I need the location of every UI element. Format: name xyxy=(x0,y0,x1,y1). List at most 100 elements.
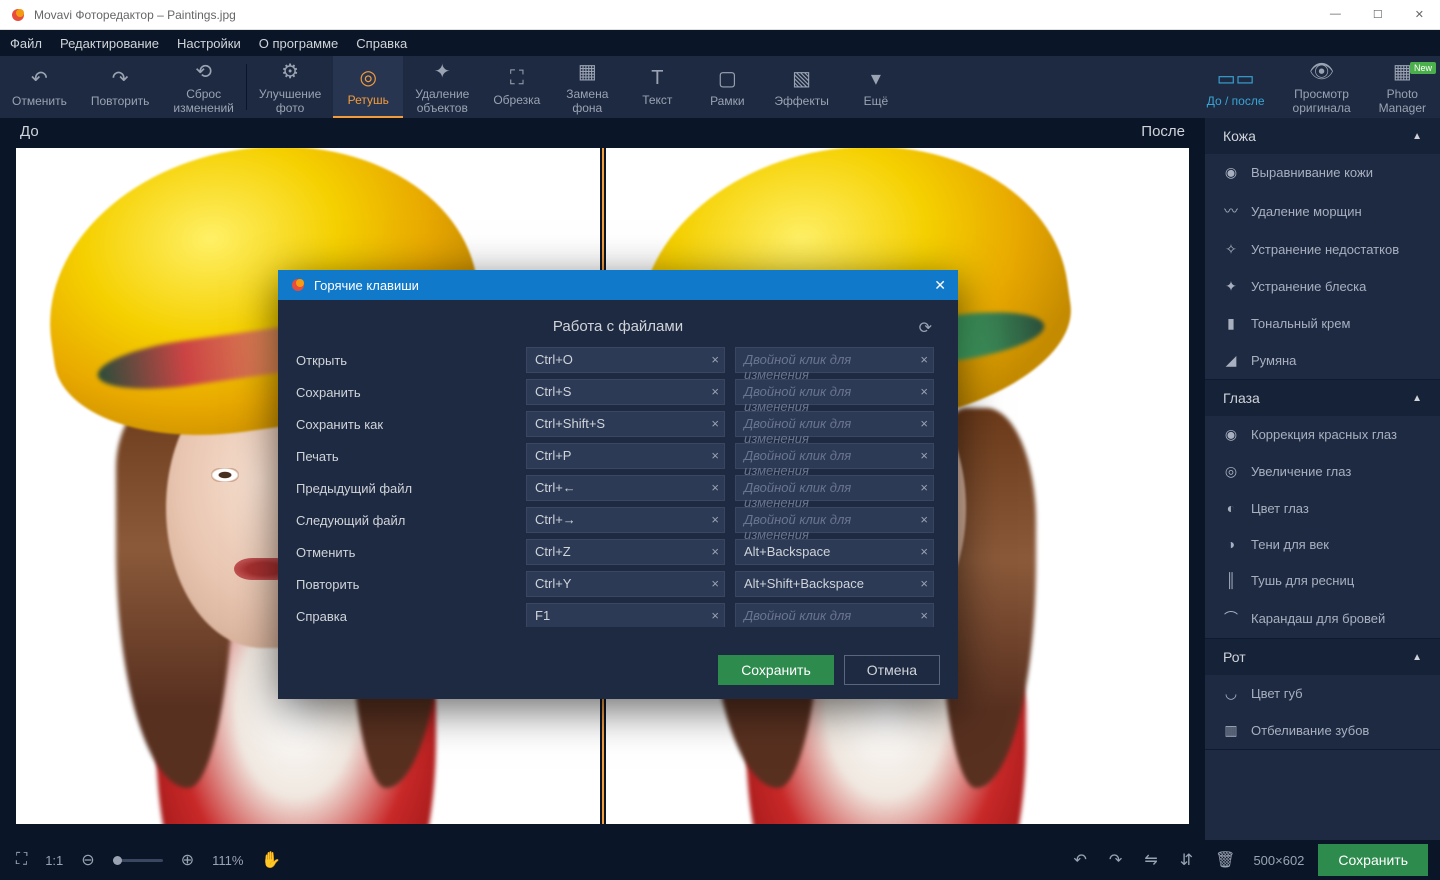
clear-hotkey-icon[interactable]: × xyxy=(920,544,928,559)
menu-настройки[interactable]: Настройки xyxy=(177,36,241,51)
tool-эффекты[interactable]: ▧Эффекты xyxy=(762,56,841,118)
tool-отменить[interactable]: ↶Отменить xyxy=(0,56,79,118)
hotkey-input-2[interactable]: Двойной клик для изменения× xyxy=(735,475,934,501)
dialog-cancel-button[interactable]: Отмена xyxy=(844,655,940,685)
menu-редактирование[interactable]: Редактирование xyxy=(60,36,159,51)
zoom-out-icon[interactable]: ⊖ xyxy=(77,846,98,874)
hotkey-input-2[interactable]: Двойной клик для изменения× xyxy=(735,443,934,469)
tool-до / после[interactable]: ▭▭До / после xyxy=(1193,56,1279,118)
clear-hotkey-icon[interactable]: × xyxy=(711,512,719,527)
hotkey-field[interactable]: Двойной клик для изменения xyxy=(735,379,934,405)
hotkey-input-1[interactable]: Ctrl+O× xyxy=(526,347,725,373)
clear-hotkey-icon[interactable]: × xyxy=(711,416,719,431)
tool-сброс-изменений[interactable]: ⟲Сброс изменений xyxy=(161,56,245,118)
tool-просмотр[interactable]: 👁Просмотр оригинала xyxy=(1279,56,1365,118)
hotkey-field[interactable]: Alt+Backspace xyxy=(735,539,934,565)
save-button[interactable]: Сохранить xyxy=(1318,844,1428,876)
clear-hotkey-icon[interactable]: × xyxy=(920,576,928,591)
flip-h-icon[interactable]: ⇋ xyxy=(1140,846,1161,874)
tool-photo[interactable]: New▦Photo Manager xyxy=(1365,56,1440,118)
dialog-close-icon[interactable]: ✕ xyxy=(934,277,946,294)
hotkey-field[interactable]: Ctrl+← xyxy=(526,475,725,501)
hotkey-field[interactable]: F1 xyxy=(526,603,725,627)
clear-hotkey-icon[interactable]: × xyxy=(711,384,719,399)
sidebar-section-рот[interactable]: Рот▲ xyxy=(1205,639,1440,675)
clear-hotkey-icon[interactable]: × xyxy=(711,352,719,367)
clear-hotkey-icon[interactable]: × xyxy=(920,480,928,495)
sidebar-section-глаза[interactable]: Глаза▲ xyxy=(1205,380,1440,416)
hotkey-input-1[interactable]: F1× xyxy=(526,603,725,627)
sidebar-item[interactable]: 〰Удаление морщин xyxy=(1205,191,1440,231)
clear-hotkey-icon[interactable]: × xyxy=(920,512,928,527)
reset-hotkeys-icon[interactable]: ⟳ xyxy=(919,318,932,338)
sidebar-item[interactable]: ✦Устранение блеска xyxy=(1205,268,1440,305)
zoom-in-icon[interactable]: ⊕ xyxy=(177,846,198,874)
sidebar-item[interactable]: ◑Тени для век xyxy=(1205,526,1440,562)
tool-удаление[interactable]: ✦Удаление объектов xyxy=(403,56,481,118)
hotkey-field[interactable]: Двойной клик для изменения xyxy=(735,507,934,533)
sidebar-item[interactable]: ◉Выравнивание кожи xyxy=(1205,154,1440,191)
minimize-button[interactable]: — xyxy=(1324,6,1347,23)
tool-ещё[interactable]: ▾Ещё xyxy=(841,56,911,118)
hotkey-field[interactable]: Двойной клик для изменения xyxy=(735,603,934,627)
clear-hotkey-icon[interactable]: × xyxy=(920,416,928,431)
hotkey-field[interactable]: Двойной клик для изменения xyxy=(735,475,934,501)
hotkey-field[interactable]: Ctrl+P xyxy=(526,443,725,469)
menu-файл[interactable]: Файл xyxy=(10,36,42,51)
hotkey-field[interactable]: Ctrl+Y xyxy=(526,571,725,597)
hotkey-input-1[interactable]: Ctrl+←× xyxy=(526,475,725,501)
sidebar-item[interactable]: ◐Цвет глаз xyxy=(1205,490,1440,526)
clear-hotkey-icon[interactable]: × xyxy=(920,384,928,399)
tool-улучшение[interactable]: ⚙Улучшение фото xyxy=(247,56,333,118)
clear-hotkey-icon[interactable]: × xyxy=(711,576,719,591)
hotkey-field[interactable]: Двойной клик для изменения xyxy=(735,411,934,437)
menu-о программе[interactable]: О программе xyxy=(259,36,339,51)
fullscreen-icon[interactable]: ⛶ xyxy=(12,847,31,873)
hotkey-field[interactable]: Ctrl+S xyxy=(526,379,725,405)
sidebar-item[interactable]: ▥Отбеливание зубов xyxy=(1205,712,1440,749)
tool-ретушь[interactable]: ◎Ретушь xyxy=(333,56,403,118)
hotkey-field[interactable]: Alt+Shift+Backspace xyxy=(735,571,934,597)
close-button[interactable]: ✕ xyxy=(1409,6,1430,23)
menu-справка[interactable]: Справка xyxy=(356,36,407,51)
zoom-slider[interactable] xyxy=(113,859,163,862)
hotkey-field[interactable]: Ctrl+Shift+S xyxy=(526,411,725,437)
hotkey-field[interactable]: Ctrl+Z xyxy=(526,539,725,565)
flip-v-icon[interactable]: ⇵ xyxy=(1176,846,1197,874)
tool-замена[interactable]: ▦Замена фона xyxy=(552,56,622,118)
hotkey-input-1[interactable]: Ctrl+Y× xyxy=(526,571,725,597)
hotkey-field[interactable]: Ctrl+→ xyxy=(526,507,725,533)
tool-обрезка[interactable]: ⛶Обрезка xyxy=(481,56,552,118)
clear-hotkey-icon[interactable]: × xyxy=(920,448,928,463)
clear-hotkey-icon[interactable]: × xyxy=(711,480,719,495)
sidebar-item[interactable]: ◉Коррекция красных глаз xyxy=(1205,416,1440,453)
clear-hotkey-icon[interactable]: × xyxy=(920,352,928,367)
hotkey-input-2[interactable]: Двойной клик для изменения× xyxy=(735,507,934,533)
sidebar-item[interactable]: ✧Устранение недостатков xyxy=(1205,231,1440,268)
clear-hotkey-icon[interactable]: × xyxy=(711,544,719,559)
clear-hotkey-icon[interactable]: × xyxy=(711,448,719,463)
zoom-ratio[interactable]: 1:1 xyxy=(45,853,63,868)
rotate-left-icon[interactable]: ↶ xyxy=(1070,846,1091,874)
hand-icon[interactable]: ✋ xyxy=(257,846,285,874)
hotkey-field[interactable]: Двойной клик для изменения xyxy=(735,347,934,373)
tool-текст[interactable]: TТекст xyxy=(622,56,692,118)
hotkey-input-2[interactable]: Двойной клик для изменения× xyxy=(735,411,934,437)
sidebar-item[interactable]: ◢Румяна xyxy=(1205,342,1440,379)
sidebar-item[interactable]: ⌒Карандаш для бровей xyxy=(1205,598,1440,638)
hotkey-field[interactable]: Двойной клик для изменения xyxy=(735,443,934,469)
sidebar-item[interactable]: ◡Цвет губ xyxy=(1205,675,1440,712)
hotkey-field[interactable]: Ctrl+O xyxy=(526,347,725,373)
tool-повторить[interactable]: ↷Повторить xyxy=(79,56,162,118)
hotkey-input-2[interactable]: Двойной клик для изменения× xyxy=(735,379,934,405)
rotate-right-icon[interactable]: ↷ xyxy=(1105,846,1126,874)
hotkey-input-1[interactable]: Ctrl+P× xyxy=(526,443,725,469)
delete-icon[interactable]: 🗑 xyxy=(1211,846,1239,874)
clear-hotkey-icon[interactable]: × xyxy=(711,608,719,623)
sidebar-section-кожа[interactable]: Кожа▲ xyxy=(1205,118,1440,154)
sidebar-item[interactable]: ▮Тональный крем xyxy=(1205,305,1440,342)
hotkey-input-2[interactable]: Alt+Backspace× xyxy=(735,539,934,565)
maximize-button[interactable]: ☐ xyxy=(1367,6,1389,23)
hotkey-input-1[interactable]: Ctrl+→× xyxy=(526,507,725,533)
hotkey-input-2[interactable]: Двойной клик для изменения× xyxy=(735,603,934,627)
